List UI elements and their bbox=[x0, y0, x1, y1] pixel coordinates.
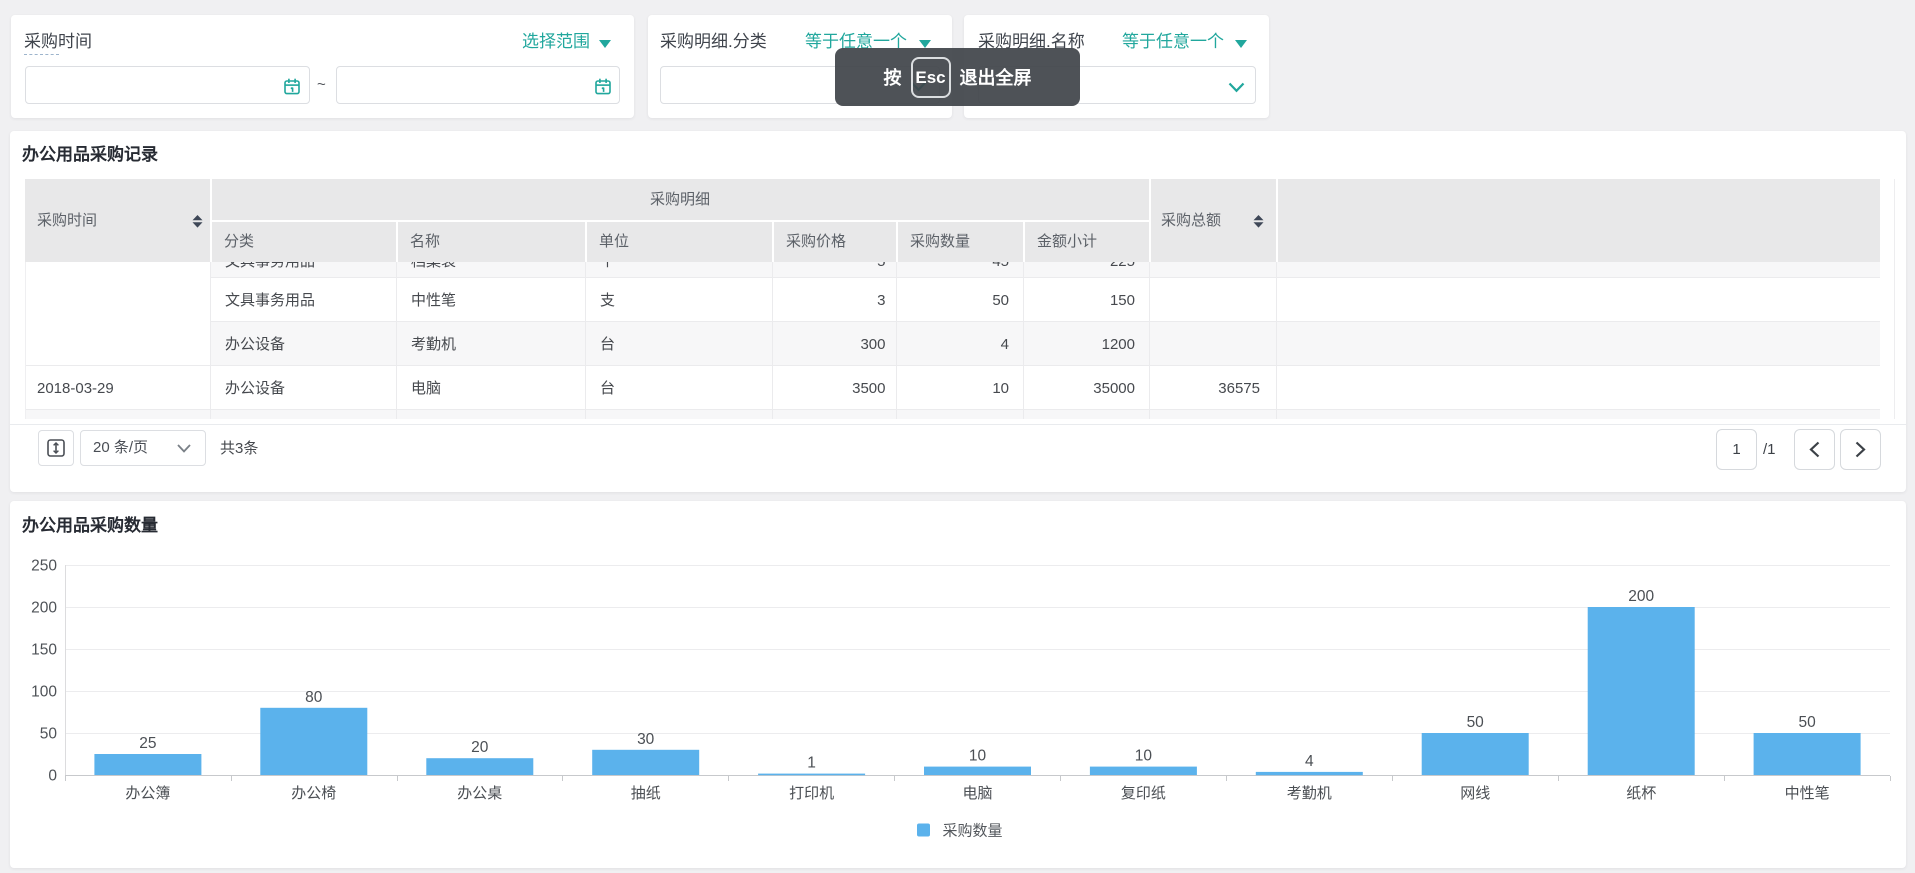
svg-text:打印机: 打印机 bbox=[789, 785, 834, 802]
svg-text:250: 250 bbox=[31, 558, 57, 575]
svg-text:10: 10 bbox=[969, 748, 987, 765]
svg-text:中性笔: 中性笔 bbox=[1785, 785, 1830, 802]
svg-text:4: 4 bbox=[1305, 753, 1314, 770]
svg-text:0: 0 bbox=[48, 768, 57, 785]
svg-text:25: 25 bbox=[139, 735, 156, 752]
svg-text:30: 30 bbox=[637, 731, 655, 748]
svg-text:办公桌: 办公桌 bbox=[457, 785, 502, 802]
svg-text:50: 50 bbox=[1798, 714, 1816, 731]
svg-text:1: 1 bbox=[807, 755, 816, 772]
svg-text:纸杯: 纸杯 bbox=[1626, 785, 1656, 802]
svg-text:200: 200 bbox=[1628, 588, 1654, 605]
svg-text:200: 200 bbox=[31, 600, 57, 617]
svg-text:10: 10 bbox=[1135, 748, 1153, 765]
svg-text:办公椅: 办公椅 bbox=[291, 785, 336, 802]
svg-text:50: 50 bbox=[40, 726, 58, 743]
svg-text:100: 100 bbox=[31, 684, 57, 701]
svg-text:复印纸: 复印纸 bbox=[1121, 784, 1166, 802]
svg-text:20: 20 bbox=[471, 739, 489, 756]
svg-text:采购数量: 采购数量 bbox=[943, 823, 1003, 840]
svg-text:80: 80 bbox=[305, 689, 323, 706]
svg-text:150: 150 bbox=[31, 642, 57, 659]
svg-text:50: 50 bbox=[1467, 714, 1485, 731]
svg-text:电脑: 电脑 bbox=[962, 785, 992, 802]
svg-text:网线: 网线 bbox=[1460, 785, 1490, 802]
svg-text:抽纸: 抽纸 bbox=[631, 785, 661, 802]
svg-text:办公簿: 办公簿 bbox=[125, 785, 170, 802]
svg-text:考勤机: 考勤机 bbox=[1287, 785, 1332, 802]
